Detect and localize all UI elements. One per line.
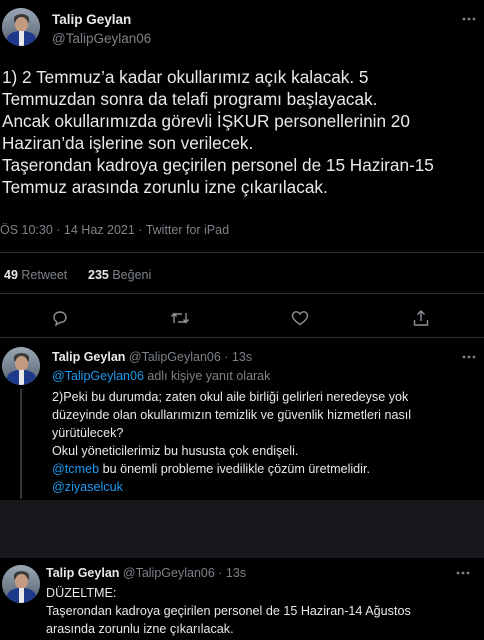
reply-line: 2)Peki bu durumda; zaten okul aile birli… bbox=[52, 390, 409, 404]
reply-header: Talip Geylan @TalipGeylan06 · 13s bbox=[46, 566, 246, 580]
divider bbox=[0, 293, 484, 294]
reply-line: @tcmeb bu önemli probleme ivedilikle çöz… bbox=[52, 460, 411, 478]
thread-line bbox=[20, 389, 22, 499]
author-handle[interactable]: @TalipGeylan06 bbox=[52, 31, 151, 46]
tweet-line: Taşerondan kadroya geçirilen personel de… bbox=[2, 155, 434, 175]
reply-author-name[interactable]: Talip Geylan bbox=[52, 350, 125, 364]
reply-header: Talip Geylan @TalipGeylan06 · 13s bbox=[52, 350, 252, 364]
reply-author-name[interactable]: Talip Geylan bbox=[46, 566, 119, 580]
reply-avatar[interactable] bbox=[2, 565, 40, 603]
reply-line: Okul yöneticilerimiz bu hususta çok endi… bbox=[52, 444, 299, 458]
reply-line: yürütülecek? bbox=[52, 426, 124, 440]
share-icon[interactable] bbox=[412, 309, 430, 327]
reply-avatar[interactable] bbox=[2, 347, 40, 385]
mention-link[interactable]: @tcmeb bbox=[52, 462, 99, 476]
replying-to-label: adlı kişiye yanıt olarak bbox=[147, 369, 271, 383]
like-label: Beğeni bbox=[112, 268, 152, 282]
replying-to-handle[interactable]: @TalipGeylan06 bbox=[52, 369, 144, 383]
more-icon[interactable] bbox=[456, 571, 470, 575]
like-count: 235 bbox=[88, 268, 109, 282]
reply-text: 2)Peki bu durumda; zaten okul aile birli… bbox=[52, 388, 411, 496]
retweet-label: Retweet bbox=[21, 268, 68, 282]
reply-author-handle[interactable]: @TalipGeylan06 bbox=[123, 566, 215, 580]
reply-text: DÜZELTME: Taşerondan kadroya geçirilen p… bbox=[46, 584, 411, 638]
tweet-line: Temmuzdan sonra da telafi programı başla… bbox=[2, 89, 378, 109]
replying-to: @TalipGeylan06 adlı kişiye yanıt olarak bbox=[52, 369, 270, 383]
reply-line: DÜZELTME: bbox=[46, 586, 117, 600]
tweet-meta[interactable]: ÖS 10:30 · 14 Haz 2021 · Twitter for iPa… bbox=[0, 223, 229, 237]
tweet-line: Haziran’da işlerine son verilecek. bbox=[2, 133, 254, 153]
tweet-text: 1) 2 Temmuz’a kadar okullarımız açık kal… bbox=[2, 66, 482, 198]
retweet-stat[interactable]: 49 Retweet bbox=[4, 268, 67, 282]
reply-line: @ziyaselcuk bbox=[52, 478, 411, 496]
separator-gap bbox=[0, 500, 484, 558]
divider bbox=[0, 252, 484, 253]
reply-time[interactable]: · 13s bbox=[218, 566, 246, 580]
reply-time[interactable]: · 13s bbox=[224, 350, 252, 364]
tweet-line: 1) 2 Temmuz’a kadar okullarımız açık kal… bbox=[2, 67, 369, 87]
retweet-count: 49 bbox=[4, 268, 18, 282]
more-icon[interactable] bbox=[462, 17, 476, 21]
like-icon[interactable] bbox=[291, 310, 309, 326]
reply-line: arasında zorunlu izne çıkarılacak. bbox=[46, 622, 234, 636]
mention-text: bu önemli probleme ivedilikle çözüm üret… bbox=[102, 462, 370, 476]
reply-line: düzeyinde olan okullarımızın temizlik ve… bbox=[52, 408, 412, 422]
mention-link[interactable]: @ziyaselcuk bbox=[52, 480, 123, 494]
tweet-line: Ancak okullarımızda görevli İŞKUR person… bbox=[2, 111, 410, 131]
retweet-icon[interactable] bbox=[170, 310, 190, 326]
reply-icon[interactable] bbox=[51, 309, 69, 327]
more-icon[interactable] bbox=[462, 355, 476, 359]
reply-line: Taşerondan kadroya geçirilen personel de… bbox=[46, 604, 411, 618]
author-avatar[interactable] bbox=[2, 8, 40, 46]
like-stat[interactable]: 235 Beğeni bbox=[88, 268, 151, 282]
author-name[interactable]: Talip Geylan bbox=[52, 12, 131, 27]
divider bbox=[0, 337, 484, 338]
reply-author-handle[interactable]: @TalipGeylan06 bbox=[129, 350, 221, 364]
tweet-line: Temmuz arasında zorunlu izne çıkarılacak… bbox=[2, 177, 328, 197]
